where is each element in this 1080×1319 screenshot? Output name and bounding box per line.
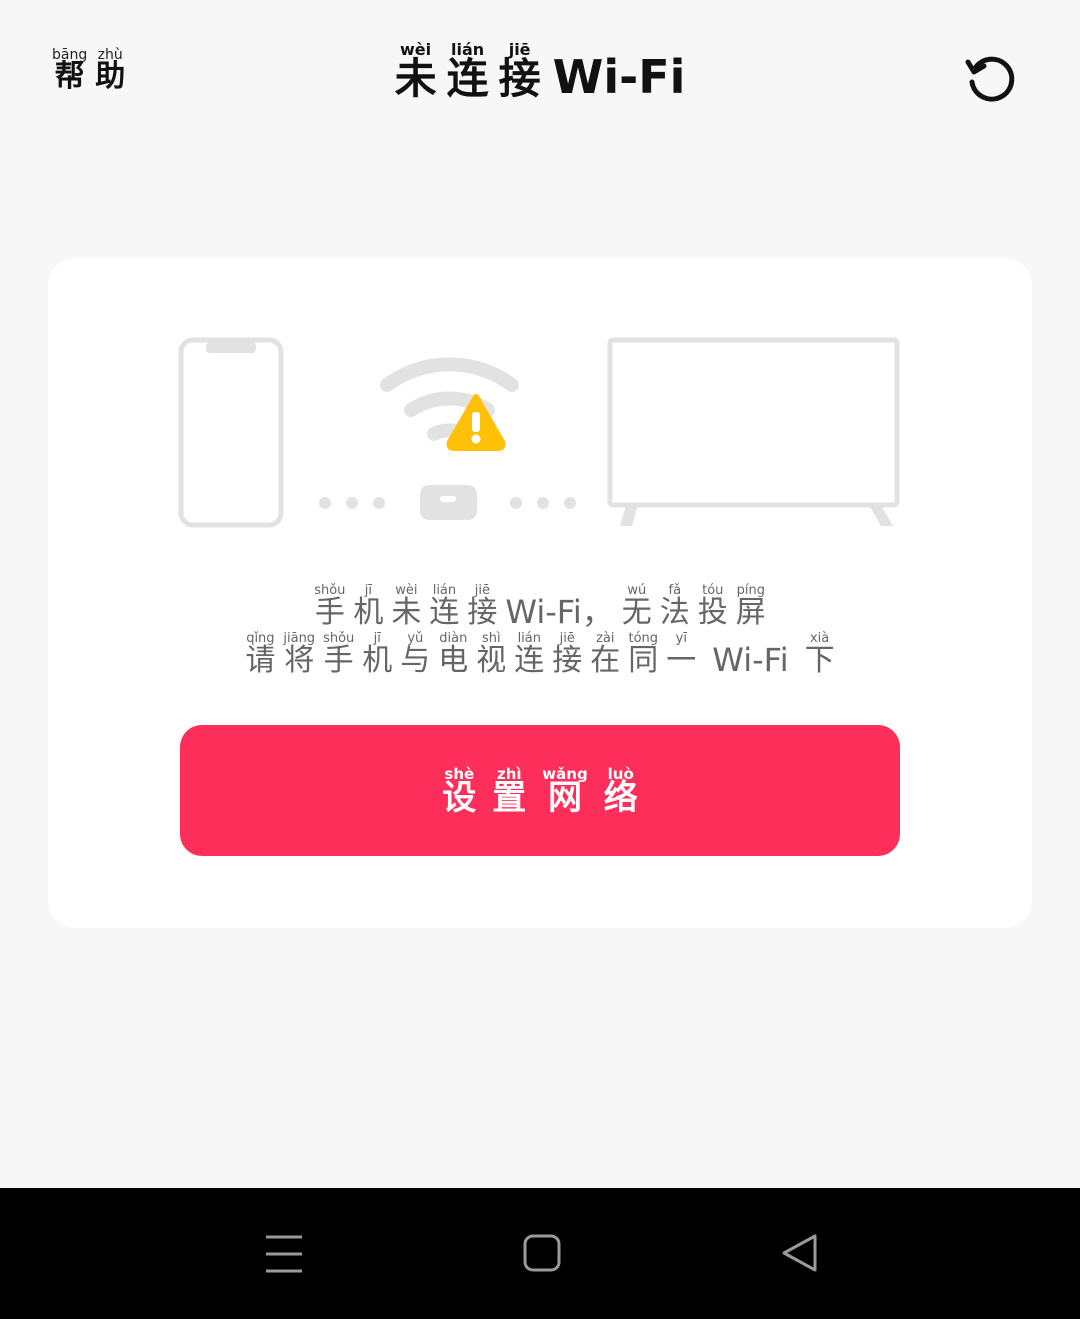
title-char: lián 连	[446, 40, 489, 103]
button-char: luò 络	[603, 764, 638, 818]
wifi-status-card: shǒu 手 jī 机 wèi 未 lián 连 jiē 接 Wi-Fi， wú 无 fǎ 法…	[48, 258, 1032, 928]
message-char: jī 机	[362, 631, 393, 678]
message-char: shǒu 手	[314, 583, 346, 630]
button-char: zhì 置	[492, 764, 527, 818]
tv-icon	[607, 337, 900, 526]
message-char: wèi 未	[391, 583, 422, 630]
nav-menu-button[interactable]	[249, 1218, 319, 1288]
phone-icon	[178, 337, 284, 528]
message-char: yǔ 与	[400, 631, 431, 678]
message-char: qǐng 请	[245, 631, 276, 678]
title-char: wèi 未	[394, 40, 437, 103]
message-char: lián 连	[429, 583, 460, 630]
home-icon	[523, 1234, 561, 1272]
button-char: wǎng 网	[542, 764, 588, 818]
title-suffix: Wi-Fi	[552, 50, 686, 104]
dots-right	[510, 497, 576, 509]
nav-home-button[interactable]	[507, 1218, 577, 1288]
message-char: wú 无	[621, 583, 652, 630]
router-icon	[420, 485, 477, 520]
message-char: zài 在	[590, 631, 621, 678]
message-latin: Wi-Fi，	[505, 593, 614, 631]
message-char: lián 连	[514, 631, 545, 678]
header: bāng 帮 zhù 助 wèi 未 lián 连 jiē 接 Wi-Fi	[0, 0, 1080, 150]
nav-back-button[interactable]	[765, 1218, 835, 1288]
connection-illustration	[178, 337, 900, 528]
message-char: fǎ 法	[659, 583, 690, 630]
setup-network-button[interactable]: shè 设 zhì 置 wǎng 网 luò 络	[180, 725, 900, 856]
message-line-2: qǐng 请 jiāng 将 shǒu 手 jī 机 yǔ 与 diàn 电 shì 视 li…	[48, 631, 1032, 679]
screen: bāng 帮 zhù 助 wèi 未 lián 连 jiē 接 Wi-Fi sh…	[0, 0, 1080, 1319]
message-char: yī 一	[666, 631, 697, 678]
message-char: tóng 同	[628, 631, 659, 678]
page-title: wèi 未 lián 连 jiē 接 Wi-Fi	[0, 40, 1080, 104]
message-char: jiē 接	[467, 583, 498, 630]
message-char: jiē 接	[552, 631, 583, 678]
message-line-1: shǒu 手 jī 机 wèi 未 lián 连 jiē 接 Wi-Fi， wú 无 fǎ 法…	[48, 583, 1032, 631]
message-char: tóu 投	[697, 583, 728, 630]
message-char: píng 屏	[735, 583, 766, 630]
button-char: shè 设	[442, 764, 477, 818]
refresh-icon	[965, 56, 1015, 102]
message-char: shì 视	[476, 631, 507, 678]
title-char: jiē 接	[498, 40, 541, 103]
message-latin: Wi-Fi	[712, 641, 789, 679]
refresh-button[interactable]	[962, 48, 1022, 108]
message-char: jiāng 将	[283, 631, 316, 678]
dots-left	[319, 497, 385, 509]
message-char: jī 机	[353, 583, 384, 630]
system-nav-bar	[0, 1188, 1080, 1319]
menu-icon	[266, 1235, 302, 1273]
back-icon	[782, 1234, 817, 1272]
message-char: shǒu 手	[323, 631, 355, 678]
message-char: diàn 电	[438, 631, 469, 678]
message-char: xià 下	[804, 631, 835, 678]
